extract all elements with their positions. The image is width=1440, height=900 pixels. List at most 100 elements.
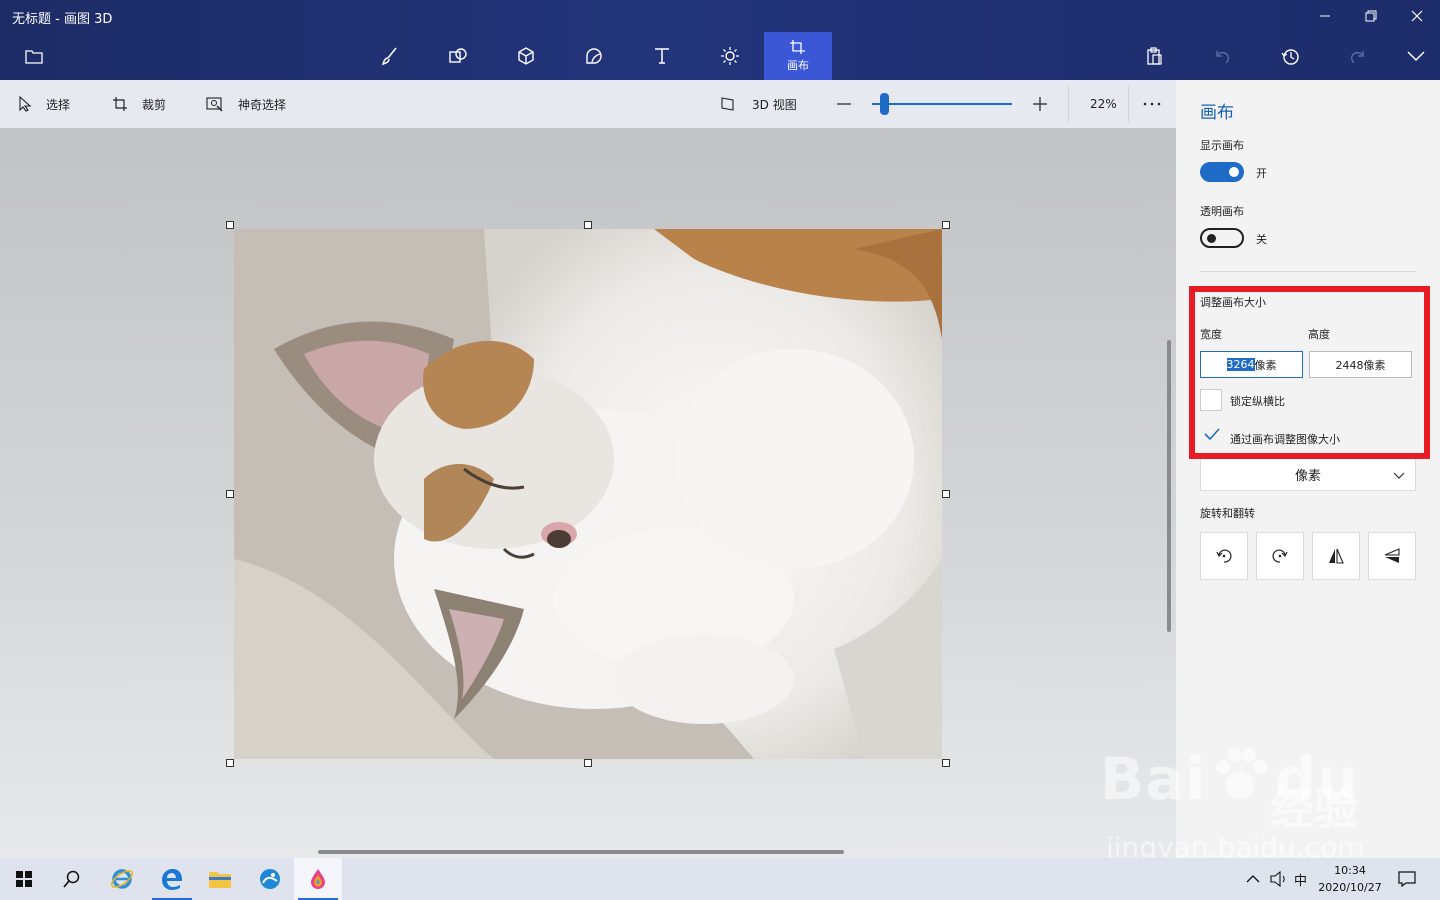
magic-select-tool[interactable]: 神奇选择 — [206, 80, 286, 128]
rotate-flip-heading: 旋转和翻转 — [1200, 507, 1255, 520]
sticker-icon — [586, 48, 602, 64]
minus-icon — [837, 103, 851, 105]
window-title: 无标题 - 画图 3D — [12, 12, 113, 27]
3d-shapes-tool-button[interactable] — [492, 32, 560, 80]
windows-logo-icon — [16, 871, 32, 887]
file-explorer-taskbar-button[interactable] — [196, 858, 244, 900]
expand-button[interactable] — [1396, 36, 1436, 76]
flip-horizontal-button[interactable] — [1312, 532, 1360, 580]
watermark-brand: Bai — [1100, 745, 1207, 813]
canvas-tool-button[interactable]: 画布 — [764, 32, 832, 80]
brush-icon — [381, 47, 397, 66]
text-icon — [655, 48, 669, 64]
horizontal-scrollbar[interactable] — [318, 850, 844, 854]
paint-3d-icon — [311, 869, 325, 889]
2d-shapes-tool-button[interactable] — [424, 32, 492, 80]
zoom-level: 22% — [1090, 97, 1117, 111]
canvas-icon — [790, 40, 805, 54]
notification-center-button[interactable] — [1398, 858, 1416, 900]
panel-divider — [1200, 271, 1416, 272]
resize-handle-left[interactable] — [226, 490, 234, 498]
photos-taskbar-button[interactable] — [246, 858, 294, 900]
flip-horizontal-icon — [1329, 548, 1344, 564]
internet-explorer-icon — [111, 869, 133, 889]
paste-icon — [1147, 47, 1162, 65]
resize-handle-top-right[interactable] — [942, 221, 950, 229]
3d-view-toggle[interactable]: 3D 视图 — [720, 80, 797, 128]
resize-handle-top-left[interactable] — [226, 221, 234, 229]
zoom-out-button[interactable] — [836, 80, 866, 128]
canvas-tool-label: 画布 — [787, 59, 809, 72]
show-canvas-toggle[interactable] — [1200, 162, 1244, 182]
restore-button[interactable] — [1348, 4, 1394, 28]
unit-dropdown[interactable]: 像素 — [1200, 458, 1416, 491]
menu-button[interactable] — [14, 36, 54, 76]
redo-icon — [1350, 51, 1364, 64]
zoom-slider-track[interactable] — [872, 103, 1012, 105]
search-icon — [63, 870, 80, 888]
effects-tool-button[interactable] — [696, 32, 764, 80]
close-icon — [1411, 10, 1423, 22]
more-options-button[interactable] — [1143, 80, 1175, 128]
more-icon — [1143, 102, 1161, 106]
select-tool[interactable]: 选择 — [18, 80, 70, 128]
crop-label: 裁剪 — [142, 97, 167, 112]
rotate-left-button[interactable] — [1200, 532, 1248, 580]
taskbar-clock[interactable]: 10:34 2020/10/27 — [1312, 862, 1388, 896]
speaker-icon — [1270, 871, 1285, 887]
stickers-tool-button[interactable] — [560, 32, 628, 80]
transparent-canvas-toggle[interactable] — [1200, 228, 1244, 248]
clock-time: 10:34 — [1334, 864, 1366, 877]
ie-taskbar-button[interactable] — [98, 858, 146, 900]
text-tool-button[interactable] — [628, 32, 696, 80]
resize-handle-bottom[interactable] — [584, 759, 592, 767]
volume-button[interactable] — [1270, 858, 1288, 900]
paste-button[interactable] — [1134, 36, 1174, 76]
resize-handle-top[interactable] — [584, 221, 592, 229]
chevron-up-icon — [1246, 875, 1260, 883]
cursor-icon — [19, 96, 32, 112]
vertical-scrollbar[interactable] — [1167, 340, 1171, 632]
crop-tool[interactable]: 裁剪 — [112, 80, 166, 128]
resize-handle-right[interactable] — [942, 490, 950, 498]
canvas-side-panel: 画布 显示画布 开 透明画布 关 调整画布大小 宽度 高度 3264 像素 244… — [1176, 80, 1440, 858]
paw-icon — [1216, 748, 1268, 799]
show-hidden-icons-button[interactable] — [1246, 858, 1260, 900]
canvas-image[interactable] — [234, 229, 942, 759]
taskbar: 中 10:34 2020/10/27 — [0, 858, 1440, 900]
sun-icon — [721, 47, 739, 65]
folder-icon — [209, 872, 231, 888]
magic-select-label: 神奇选择 — [238, 97, 287, 112]
paint3d-taskbar-button[interactable] — [294, 858, 342, 900]
history-button[interactable] — [1270, 36, 1310, 76]
close-button[interactable] — [1394, 4, 1440, 28]
redo-button[interactable] — [1338, 36, 1378, 76]
resize-handle-bottom-left[interactable] — [226, 759, 234, 767]
3d-view-label: 3D 视图 — [752, 97, 797, 112]
flip-vertical-button[interactable] — [1368, 532, 1416, 580]
ime-indicator[interactable]: 中 — [1294, 858, 1307, 900]
3d-view-icon — [721, 97, 734, 111]
toolbar-separator — [1068, 86, 1069, 122]
zoom-in-button[interactable] — [1032, 80, 1062, 128]
undo-button[interactable] — [1202, 36, 1242, 76]
restore-icon — [1365, 10, 1377, 22]
show-canvas-state: 开 — [1256, 167, 1267, 180]
highlight-box — [1189, 286, 1430, 459]
search-button[interactable] — [48, 858, 96, 900]
cat-photo-image — [234, 229, 942, 759]
rotate-right-button[interactable] — [1256, 532, 1304, 580]
brushes-tool-button[interactable] — [356, 32, 424, 80]
undo-icon — [1216, 51, 1230, 64]
magic-select-icon — [206, 97, 223, 112]
start-button[interactable] — [0, 858, 48, 900]
resize-handle-bottom-right[interactable] — [942, 759, 950, 767]
notification-icon — [1398, 871, 1416, 887]
edge-taskbar-button[interactable] — [148, 858, 196, 900]
minimize-button[interactable] — [1302, 4, 1348, 28]
watermark-jingyan: 经验 — [1270, 784, 1358, 835]
flip-vertical-icon — [1384, 548, 1400, 563]
edge-icon — [162, 869, 182, 890]
zoom-slider-thumb[interactable] — [880, 93, 889, 115]
clock-date: 2020/10/27 — [1318, 881, 1382, 894]
